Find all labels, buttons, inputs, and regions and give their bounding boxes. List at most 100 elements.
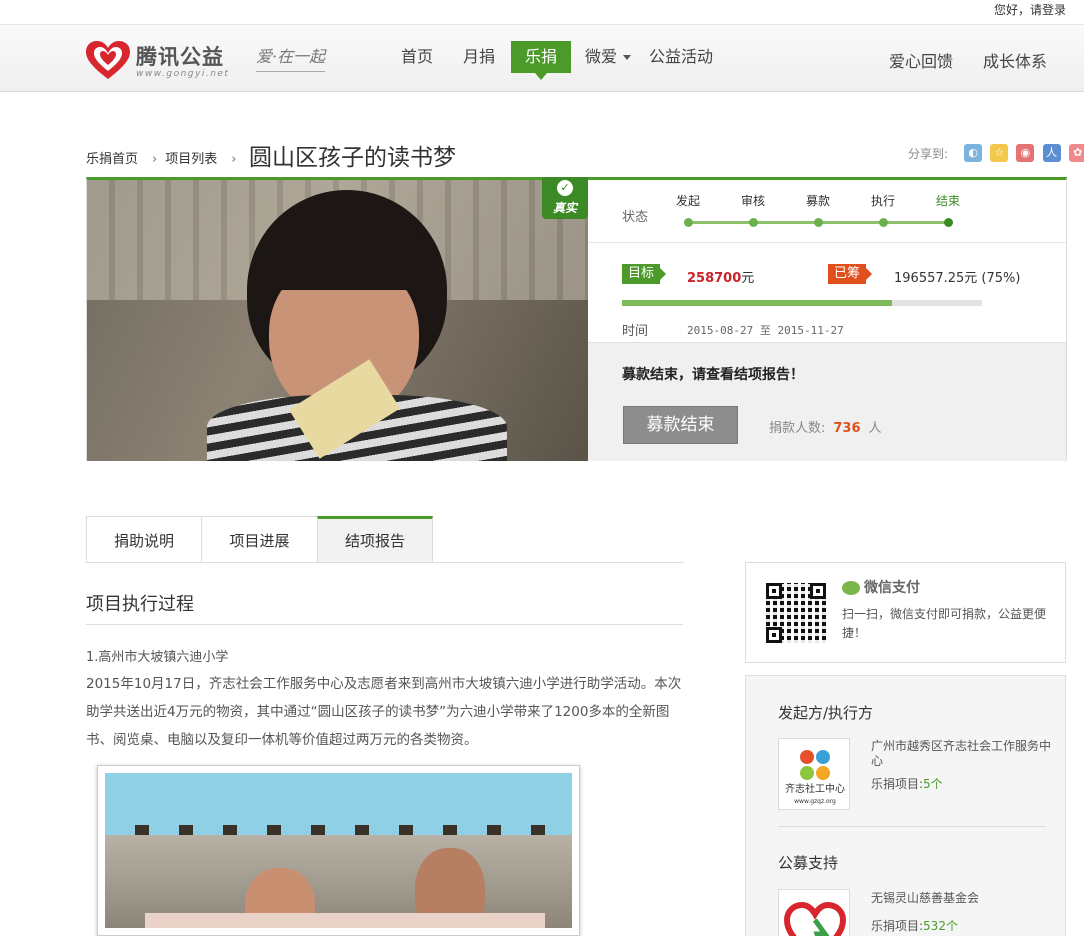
tab-final-report[interactable]: 结项报告	[317, 516, 433, 563]
nav-rewards[interactable]: 爱心回馈	[889, 48, 953, 72]
project-photo	[87, 180, 588, 461]
star-icon[interactable]: ☆	[990, 144, 1009, 162]
wechat-pay-panel: 微信支付 扫一扫，微信支付即可捐款，公益更便捷！	[745, 562, 1066, 663]
donors-number: 736	[833, 421, 861, 436]
share-bar: 分享到: ◐ ☆ ◉ 人 ✿	[908, 144, 1084, 164]
breadcrumb-home[interactable]: 乐捐首页	[86, 152, 138, 167]
goal-amount: 258700元	[687, 267, 754, 286]
support-project-count: 乐捐项目:532个	[871, 917, 958, 934]
breadcrumb: 乐捐首页 › 项目列表 ›	[86, 148, 244, 167]
chevron-down-icon	[623, 55, 631, 60]
raised-amount: 196557.25元 (75%)	[894, 271, 1021, 286]
support-heart-logo-icon	[783, 901, 847, 936]
article-photo	[97, 765, 580, 936]
sponsor-logo-url: www.gzqz.org	[794, 798, 836, 805]
check-icon: ✓	[557, 180, 573, 196]
wechat-pay-title: 微信支付	[842, 577, 920, 597]
top-strip: 您好，请登录	[0, 0, 1084, 25]
tab-progress[interactable]: 项目进展	[201, 516, 318, 563]
sponsor-title: 发起方/执行方	[778, 704, 874, 722]
divider	[588, 242, 1066, 243]
section-title: 项目执行过程	[86, 594, 194, 615]
renren-icon[interactable]: 人	[1042, 144, 1061, 162]
site-header: 腾讯公益 www.gongyi.net 爱·在一起 首页 月捐 乐捐 微爱 公益…	[0, 25, 1084, 92]
greeting: 您好，请登录	[994, 1, 1066, 18]
divider	[778, 826, 1046, 827]
sponsor-logo-icon: 齐志社工中心 www.gzqz.org	[785, 750, 845, 805]
nav-growth[interactable]: 成长体系	[983, 48, 1047, 72]
sponsor-count[interactable]: 5个	[923, 777, 943, 791]
step-dot	[879, 218, 888, 227]
wechat-pay-desc: 扫一扫，微信支付即可捐款，公益更便捷！	[842, 607, 1047, 640]
photo-bangs	[257, 220, 432, 290]
sponsor-logo-text: 齐志社工中心	[785, 782, 845, 795]
raised-tag: 已筹	[828, 264, 873, 284]
nav-activities[interactable]: 公益活动	[646, 41, 716, 73]
nav-monthly[interactable]: 月捐	[452, 41, 506, 73]
fundraising-ended-panel: 募款结束，请查看结项报告！ 募款结束 捐款人数: 736 人	[588, 342, 1066, 461]
step-start: 发起	[675, 194, 700, 208]
nav-weiai-label: 微爱	[584, 47, 617, 66]
article-photo-image	[105, 773, 572, 928]
step-execution: 执行	[870, 194, 895, 208]
verified-badge-text: 真实	[552, 201, 577, 215]
goal-number: 258700	[687, 271, 742, 286]
support-count-label: 乐捐项目:	[871, 919, 924, 933]
article-subtitle: 1.高州市大坡镇六迪小学	[86, 650, 229, 665]
login-link[interactable]: 登录	[1042, 3, 1066, 17]
goal-tag: 目标	[622, 264, 667, 284]
nav-home[interactable]: 首页	[390, 41, 444, 73]
section-divider	[86, 624, 683, 625]
status-label: 状态	[622, 210, 649, 225]
slogan: 爱·在一起	[256, 43, 326, 72]
step-fundraising: 募款	[805, 194, 830, 208]
photo-banner	[105, 773, 572, 835]
tab-donation-info[interactable]: 捐助说明	[86, 516, 202, 563]
heart-logo-icon	[86, 41, 130, 79]
sponsor-count-label: 乐捐项目:	[871, 777, 924, 791]
qzone-icon[interactable]: ◐	[964, 144, 983, 162]
support-name[interactable]: 无锡灵山慈善基金会	[871, 891, 1051, 906]
content-tabs: 捐助说明 项目进展 结项报告	[86, 516, 684, 563]
site-logo[interactable]: 腾讯公益 www.gongyi.net	[86, 41, 236, 81]
breadcrumb-list[interactable]: 项目列表	[165, 152, 217, 167]
goal-unit: 元	[741, 271, 755, 286]
article-body: 2015年10月17日，齐志社会工作服务中心及志愿者来到高州市大坡镇六迪小学进行…	[86, 676, 682, 748]
logo-text: 腾讯公益	[136, 45, 224, 69]
time-label: 时间	[622, 324, 649, 339]
wechat-icon	[842, 581, 860, 595]
weibo-icon[interactable]: ◉	[1016, 144, 1035, 162]
status-steps: 发起 审核 募款 执行 结束	[676, 192, 960, 232]
share-label: 分享到:	[908, 146, 949, 161]
qr-finder	[766, 627, 782, 643]
time-range: 2015-08-27 至 2015-11-27	[687, 324, 844, 337]
support-count[interactable]: 532个	[923, 919, 958, 933]
qr-finder	[810, 583, 826, 599]
step-review: 审核	[740, 194, 765, 208]
sponsor-logo[interactable]: 齐志社工中心 www.gzqz.org	[778, 738, 850, 810]
page-title: 圆山区孩子的读书梦	[249, 145, 456, 171]
sponsor-name[interactable]: 广州市越秀区齐志社会工作服务中心	[871, 739, 1051, 769]
sponsor-project-count: 乐捐项目:5个	[871, 775, 943, 792]
photo-boxes	[145, 913, 545, 928]
donor-count: 捐款人数: 736 人	[769, 417, 882, 436]
qr-finder	[766, 583, 782, 599]
support-title: 公募支持	[778, 854, 839, 872]
step-finished: 结束	[935, 194, 960, 208]
tencent-weibo-icon[interactable]: ✿	[1068, 144, 1084, 162]
project-info: 状态 发起 审核 募款 执行 结束 目标 258700元 已筹 196557.2…	[588, 180, 1066, 461]
support-logo[interactable]	[778, 889, 850, 936]
fundraising-ended-button[interactable]: 募款结束	[623, 406, 738, 444]
logo-url: www.gongyi.net	[136, 69, 230, 79]
step-dot-current	[944, 218, 953, 227]
project-summary: ✓ 真实 状态 发起 审核 募款 执行 结束 目标 258700元 已筹 196…	[86, 177, 1067, 461]
nav-lejuan[interactable]: 乐捐	[511, 41, 571, 80]
donors-label: 捐款人数:	[769, 421, 826, 436]
donors-unit: 人	[868, 421, 882, 436]
organization-panel: 发起方/执行方 齐志社工中心 www.gzqz.org 广州市越秀区齐志社会工作…	[745, 675, 1066, 936]
breadcrumb-separator-icon: ›	[231, 152, 237, 167]
nav-weiai[interactable]: 微爱	[580, 41, 636, 73]
progress-fill	[622, 300, 892, 306]
greeting-text: 您好，请	[993, 3, 1042, 17]
verified-badge: ✓ 真实	[542, 177, 588, 219]
